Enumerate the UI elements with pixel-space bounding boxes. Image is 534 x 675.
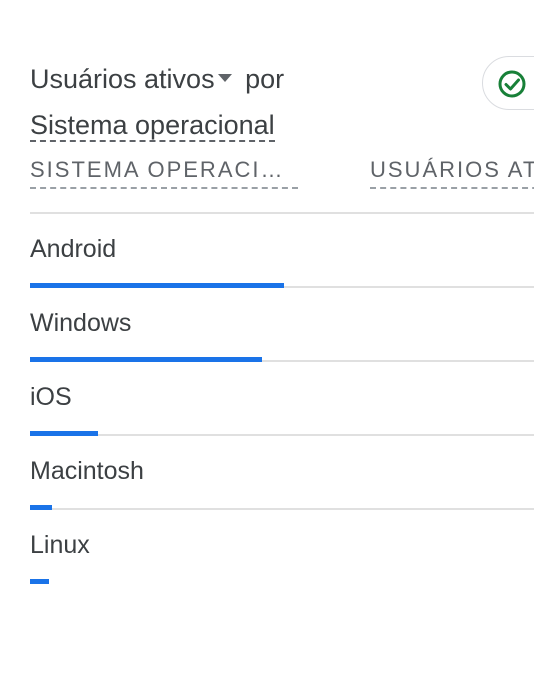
row-label: Android: [30, 235, 117, 263]
check-circle-icon: [498, 70, 526, 98]
card-title: Usuários ativos por Sistema operacional: [30, 56, 370, 148]
active-users-by-os-card: Usuários ativos por Sistema operacional …: [0, 0, 534, 675]
metric-label: Usuários ativos: [30, 64, 215, 94]
os-table-body: Android Windows iOS Macintosh Linux: [0, 214, 534, 584]
table-row[interactable]: iOS: [0, 362, 534, 436]
dimension-selector[interactable]: Sistema operacional: [30, 110, 275, 142]
status-chip[interactable]: [482, 56, 534, 110]
share-bar: [30, 579, 49, 584]
table-header: SISTEMA OPERACIONAL USUÁRIOS ATIVOS: [0, 153, 534, 213]
column-header-os[interactable]: SISTEMA OPERACIONAL: [30, 153, 298, 189]
row-label: Linux: [30, 531, 90, 559]
table-row[interactable]: Macintosh: [0, 436, 534, 510]
row-label: Macintosh: [30, 457, 144, 485]
title-connector: por: [245, 64, 285, 94]
row-label: iOS: [30, 383, 72, 411]
table-row[interactable]: Android: [0, 214, 534, 288]
metric-selector[interactable]: Usuários ativos: [30, 56, 238, 102]
table-row[interactable]: Linux: [0, 510, 534, 584]
caret-down-icon: [217, 74, 232, 82]
column-header-active-users[interactable]: USUÁRIOS ATIVOS: [370, 153, 534, 189]
table-row[interactable]: Windows: [0, 288, 534, 362]
row-label: Windows: [30, 309, 132, 337]
